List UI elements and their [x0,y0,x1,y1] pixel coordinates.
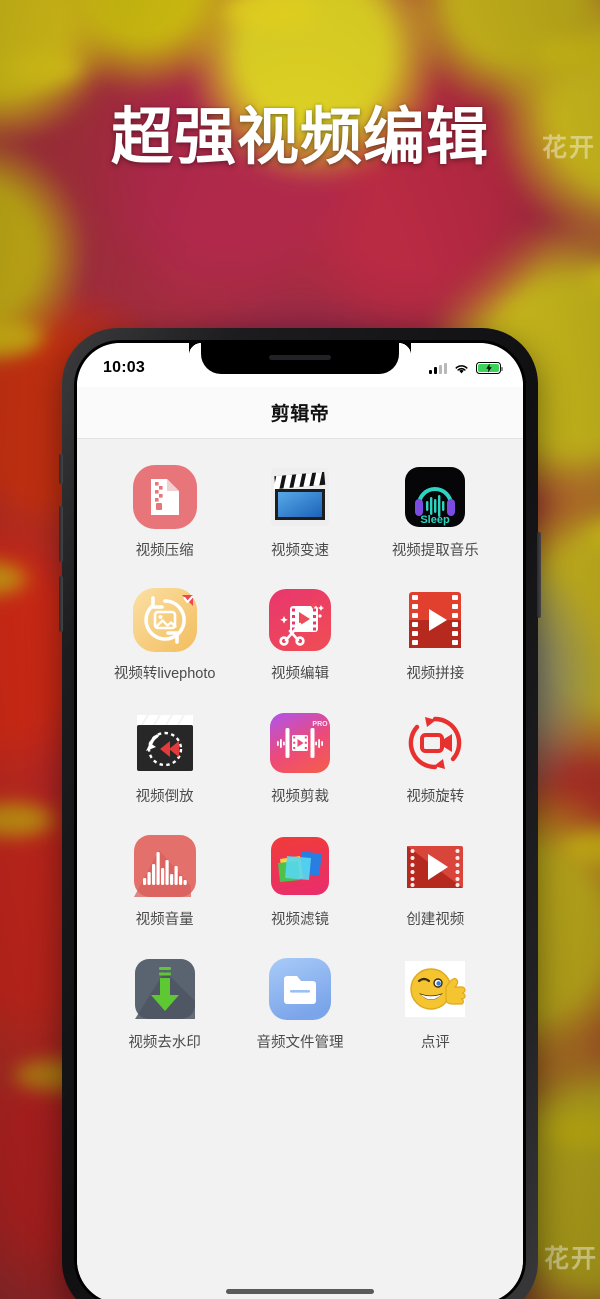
notch [201,343,399,374]
svg-text:PRO: PRO [312,721,328,728]
home-indicator[interactable] [226,1289,374,1294]
grid-item-label: 音频文件管理 [256,1034,344,1051]
video-edit-icon[interactable] [264,584,336,656]
earpiece-speaker-icon [269,355,331,360]
feature-grid: 视频压缩 视频变速 Sleep 视频提取音乐 视频转livephoto 视频编辑… [77,439,523,1052]
grid-item-video-merge[interactable]: 视频拼接 [368,584,503,683]
svg-text:Sleep: Sleep [421,514,451,526]
grid-item-video-to-livephoto[interactable]: 视频转livephoto [97,584,232,683]
video-trim-icon[interactable]: PRO [264,707,336,779]
create-video-icon[interactable] [399,830,471,902]
audio-file-manager-icon[interactable] [264,953,336,1025]
charging-bolt-icon [485,363,492,373]
grid-item-remove-watermark[interactable]: 视频去水印 [97,953,232,1052]
grid-item-video-volume[interactable]: 视频音量 [97,830,232,929]
grid-item-extract-audio[interactable]: Sleep 视频提取音乐 [368,461,503,560]
volume-down-button[interactable] [59,576,63,632]
grid-item-label: 视频剪裁 [270,788,329,805]
app-content-area: 视频压缩 视频变速 Sleep 视频提取音乐 视频转livephoto 视频编辑… [77,439,523,1299]
silent-switch[interactable] [59,454,63,484]
phone-bezel: 10:03 剪辑帝 视频压缩 视频变速 Sleep 视频提取音乐 视频转live… [74,340,526,1299]
video-filter-icon[interactable] [264,830,336,902]
grid-item-label: 视频变速 [270,543,329,559]
status-bar-clock: 10:03 [103,359,145,376]
grid-item-label: 视频滤镜 [270,911,329,928]
grid-item-label: 视频音量 [135,911,194,928]
grid-item-video-edit[interactable]: 视频编辑 [232,584,367,683]
grid-item-label: 视频提取音乐 [391,543,479,559]
grid-item-video-speed[interactable]: 视频变速 [232,461,367,560]
grid-item-video-trim[interactable]: PRO 视频剪裁 [232,707,367,806]
grid-item-label: 视频转livephoto [113,665,216,682]
battery-charging-icon [476,362,503,374]
poster-stage: 超强视频编辑 花开 花开 10:03 剪辑帝 视频压缩 视频变速 Sleep 视… [0,0,600,1299]
notch-corner-right [399,343,411,355]
phone-screen: 10:03 剪辑帝 视频压缩 视频变速 Sleep 视频提取音乐 视频转live… [77,343,523,1299]
rate-us-emoji-icon[interactable] [399,953,471,1025]
grid-item-label: 视频旋转 [406,788,465,805]
grid-item-video-reverse[interactable]: 视频倒放 [97,707,232,806]
grid-item-label: 创建视频 [406,911,465,928]
video-volume-icon[interactable] [129,830,201,902]
cellular-signal-icon [429,362,447,374]
grid-item-label: 点评 [420,1034,450,1051]
video-compress-icon[interactable] [129,461,201,533]
grid-item-label: 视频编辑 [270,665,329,682]
grid-item-video-rotate[interactable]: 视频旋转 [368,707,503,806]
wifi-icon [455,364,468,373]
extract-audio-icon[interactable]: Sleep [399,461,471,533]
grid-item-audio-file-manager[interactable]: 音频文件管理 [232,953,367,1052]
page-title: 剪辑帝 [270,404,330,425]
grid-item-label: 视频压缩 [135,543,194,559]
status-bar-indicators [429,362,503,375]
video-rotate-icon[interactable] [399,707,471,779]
remove-watermark-icon[interactable] [129,953,201,1025]
grid-item-create-video[interactable]: 创建视频 [368,830,503,929]
grid-item-label: 视频去水印 [128,1034,201,1051]
volume-up-button[interactable] [59,506,63,562]
grid-item-label: 视频倒放 [135,788,194,805]
grid-item-label: 视频拼接 [406,665,465,682]
app-navigation-bar: 剪辑帝 [77,387,523,439]
grid-item-video-compress[interactable]: 视频压缩 [97,461,232,560]
poster-headline: 超强视频编辑 [110,103,489,172]
video-merge-icon[interactable] [399,584,471,656]
video-speed-icon[interactable] [264,461,336,533]
power-button[interactable] [537,532,541,618]
notch-corner-left [189,343,201,355]
phone-mockup: 10:03 剪辑帝 视频压缩 视频变速 Sleep 视频提取音乐 视频转live… [59,328,541,1299]
video-reverse-icon[interactable] [129,707,201,779]
video-to-livephoto-icon[interactable] [129,584,201,656]
grid-item-video-filter[interactable]: 视频滤镜 [232,830,367,929]
grid-item-rate-us[interactable]: 点评 [368,953,503,1052]
